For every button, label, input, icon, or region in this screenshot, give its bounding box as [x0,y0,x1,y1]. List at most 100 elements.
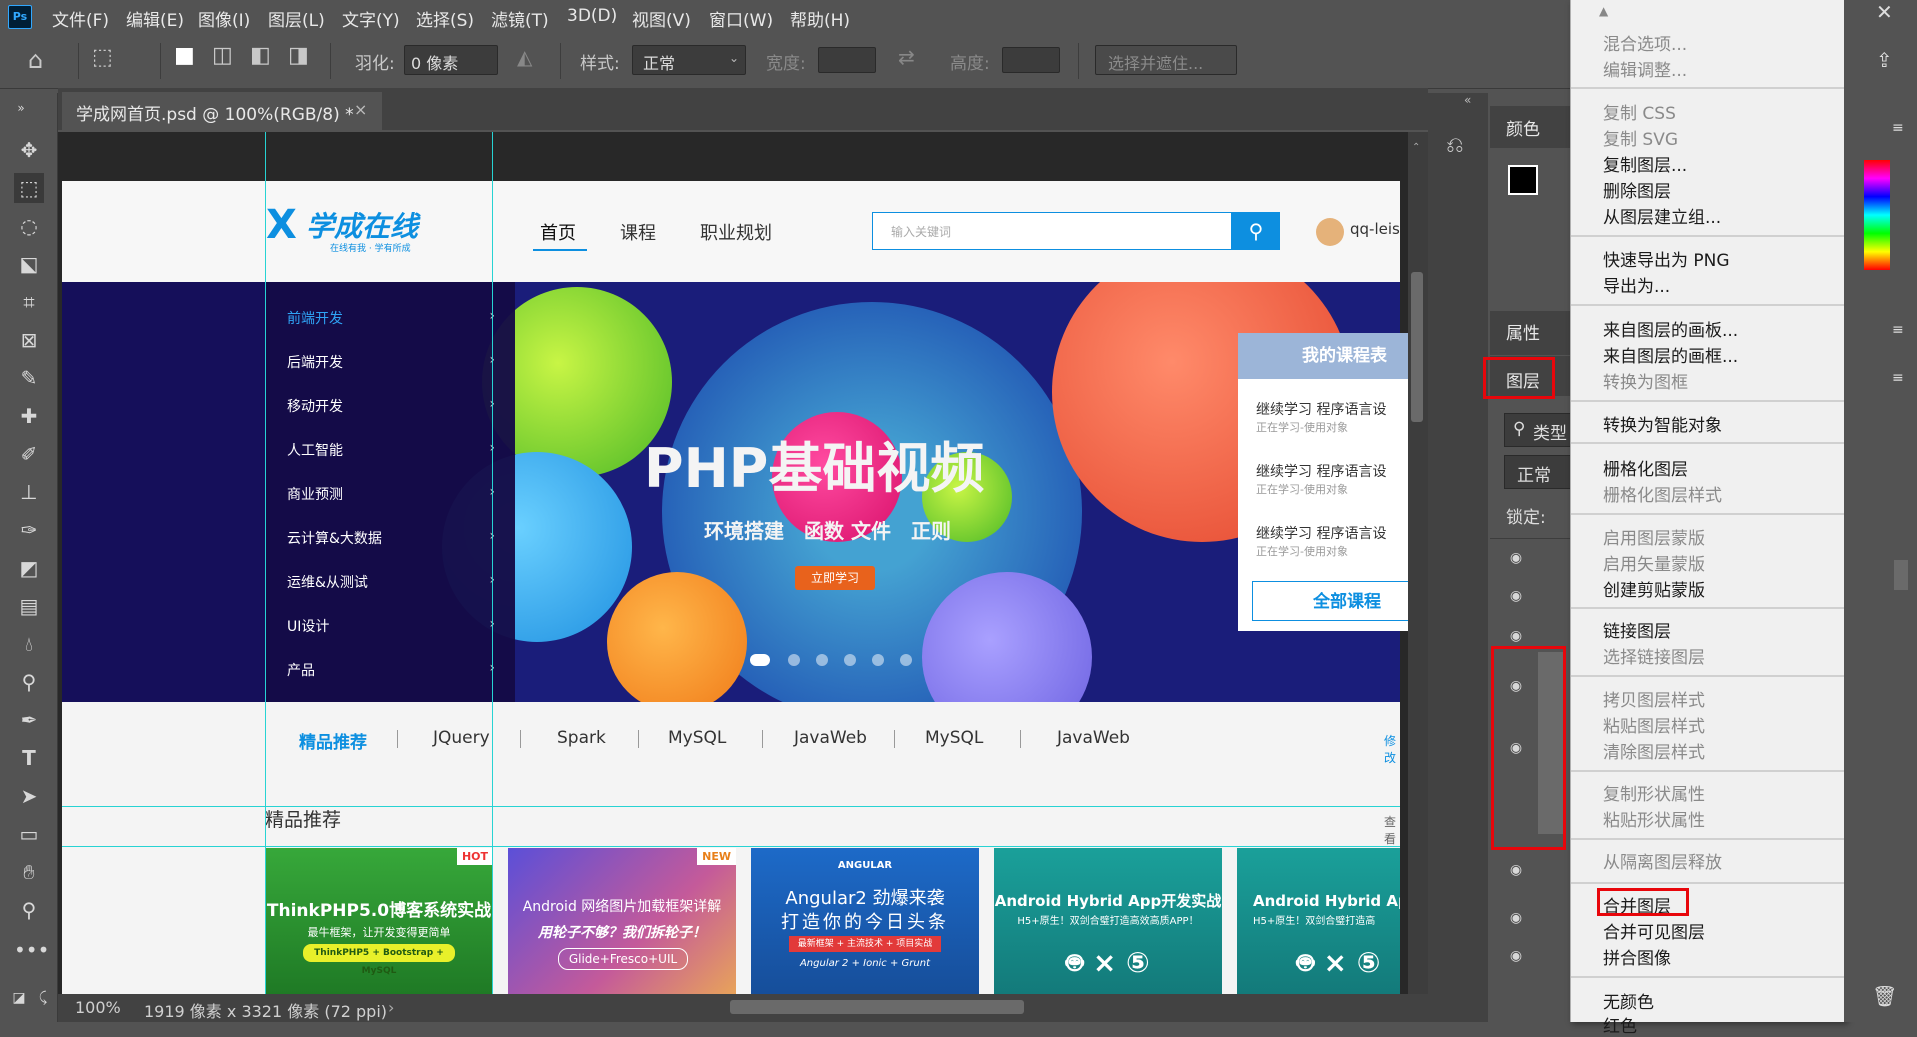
new-selection-icon[interactable]: ■ [174,43,195,68]
horizontal-scroll-thumb[interactable] [730,1000,1024,1014]
carousel-dot[interactable] [844,654,856,666]
eye-icon[interactable]: ◉ [1505,628,1527,644]
menu-item-release-from-isolation[interactable]: 从隔离图层释放 [1603,848,1722,873]
carousel-dot[interactable] [788,654,800,666]
type-tool-icon[interactable]: T [14,743,44,773]
panel-menu-icon[interactable]: ≡ [1892,370,1904,386]
menu-file[interactable]: 文件(F) [52,6,109,31]
height-input[interactable] [1002,47,1060,73]
frame-tool-icon[interactable]: ⊠ [14,325,44,355]
width-input[interactable] [818,47,876,73]
menu-item-copy-shape-attributes[interactable]: 复制形状属性 [1603,780,1705,805]
search-input[interactable]: 输入关键词 [872,212,1232,250]
carousel-dot[interactable] [816,654,828,666]
collapse-icon[interactable]: » [6,93,36,123]
course-card-5[interactable]: Android Hybrid App开 H5+原生！双剑合璧打造高 🤖︎ × ⑤ [1237,848,1400,994]
menu-item-paste-layer-style[interactable]: 粘贴图层样式 [1603,712,1705,737]
menu-item-create-clipping-mask[interactable]: 创建剪贴蒙版 [1603,576,1705,601]
swap-colors-icon[interactable]: ⤹ [28,983,58,1013]
canvas-vertical-scrollbar[interactable]: ⌃ [1408,132,1428,994]
all-courses-button[interactable]: 全部课程 [1252,581,1412,621]
menu-select[interactable]: 选择(S) [416,6,474,31]
subnav-more[interactable]: 修改 [1384,732,1400,766]
menu-item-quick-export-png[interactable]: 快速导出为 PNG [1603,246,1730,271]
carousel-dot-active[interactable] [750,654,770,666]
subnav-item[interactable]: MySQL [925,728,983,748]
menu-item-convert-smart-object[interactable]: 转换为智能对象 [1603,411,1722,436]
course-card-2[interactable]: NEW Android 网络图片加载框架详解 用轮子不够？我们拆轮子！ Glid… [508,848,736,994]
subnav-item[interactable]: JQuery [433,728,490,748]
carousel-dot[interactable] [900,654,912,666]
tab-properties[interactable]: 属性 [1506,319,1540,344]
menu-item-link-layers[interactable]: 链接图层 [1603,617,1671,642]
subtract-selection-icon[interactable]: ◧ [250,43,271,68]
eye-icon[interactable]: ◉ [1505,550,1527,566]
subnav-item[interactable]: JavaWeb [794,728,867,748]
subnav-item[interactable]: JavaWeb [1057,728,1130,748]
zoom-tool-icon[interactable]: ⚲ [14,895,44,925]
menu-item-rasterize-layer-style[interactable]: 栅格化图层样式 [1603,481,1722,506]
close-icon[interactable]: × [354,100,367,119]
menu-item-merge-visible[interactable]: 合并可见图层 [1603,918,1705,943]
category-item[interactable]: 前端开发 [287,308,343,328]
menu-edit[interactable]: 编辑(E) [126,6,184,31]
menu-item-convert-to-frame[interactable]: 转换为图框 [1603,368,1688,393]
blur-tool-icon[interactable]: 💧︎ [14,629,44,659]
pen-tool-icon[interactable]: ✒ [14,705,44,735]
menu-item-blending-options[interactable]: 混合选项... [1603,30,1687,55]
menu-item-enable-vector-mask[interactable]: 启用矢量蒙版 [1603,550,1705,575]
menu-item-no-color[interactable]: 无颜色 [1603,988,1654,1013]
history-panel-icon[interactable]: ⎌ [1446,133,1464,158]
course-card-3[interactable]: ANGULAR Angular2 劲爆来袭 打造你的今日头条 最新框架 + 主流… [751,848,979,994]
menu-view[interactable]: 视图(V) [632,6,691,31]
move-tool-icon[interactable]: ✥ [14,135,44,165]
menu-item-select-linked-layers[interactable]: 选择链接图层 [1603,643,1705,668]
category-item[interactable]: 产品 [287,660,315,680]
stamp-tool-icon[interactable]: ⊥ [14,477,44,507]
crop-tool-icon[interactable]: ⌗ [14,287,44,317]
banner-learn-button[interactable]: 立即学习 [795,566,875,590]
menu-item-edit-adjustment[interactable]: 编辑调整... [1603,56,1687,81]
menu-item-enable-layer-mask[interactable]: 启用图层蒙版 [1603,524,1705,549]
foreground-color-swatch[interactable] [1508,165,1538,195]
menu-3d[interactable]: 3D(D) [567,6,617,26]
course-item-title[interactable]: 继续学习 程序语言设 [1256,461,1386,481]
category-item[interactable]: 运维&从测试 [287,572,368,592]
menu-item-copy-svg[interactable]: 复制 SVG [1603,125,1678,150]
menu-window[interactable]: 窗口(W) [709,6,773,31]
hue-slider[interactable] [1864,160,1890,270]
dodge-tool-icon[interactable]: ⚲ [14,667,44,697]
carousel-dot[interactable] [872,654,884,666]
intersect-selection-icon[interactable]: ◨ [288,43,309,68]
nav-courses[interactable]: 课程 [620,219,656,245]
tab-color[interactable]: 颜色 [1506,115,1540,140]
menu-item-export-as[interactable]: 导出为... [1603,272,1670,297]
lasso-tool-icon[interactable]: ◌ [14,211,44,241]
course-item-title[interactable]: 继续学习 程序语言设 [1256,523,1386,543]
healing-brush-tool-icon[interactable]: ✚ [14,401,44,431]
antialias-icon[interactable]: ◭ [517,45,532,69]
scroll-up-icon[interactable]: ▲ [1599,4,1608,18]
eye-icon[interactable]: ◉ [1505,862,1527,878]
menu-item-red[interactable]: 红色 [1603,1012,1637,1037]
eyedropper-tool-icon[interactable]: ✎ [14,363,44,393]
category-item[interactable]: 云计算&大数据 [287,528,382,548]
subnav-item[interactable]: Spark [557,728,606,748]
username[interactable]: qq-leis [1350,220,1400,238]
menu-item-clear-layer-style[interactable]: 清除图层样式 [1603,738,1705,763]
category-item[interactable]: 商业预测 [287,484,343,504]
menu-item-flatten-image[interactable]: 拼合图像 [1603,944,1671,969]
nav-career[interactable]: 职业规划 [700,219,772,245]
category-item[interactable]: 移动开发 [287,396,343,416]
rectangle-marquee-tool-icon[interactable]: ⬚ [14,173,44,203]
menu-layer[interactable]: 图层(L) [268,6,325,31]
swap-icon[interactable]: ⇄ [898,45,915,69]
menu-item-rasterize-layer[interactable]: 栅格化图层 [1603,455,1688,480]
subnav-item[interactable]: 精品推荐 [299,728,367,753]
feather-input[interactable]: 0 像素 [404,45,498,75]
gradient-tool-icon[interactable]: ▤ [14,591,44,621]
history-brush-tool-icon[interactable]: ✑ [14,515,44,545]
eraser-tool-icon[interactable]: ◩ [14,553,44,583]
path-selection-tool-icon[interactable]: ➤ [14,781,44,811]
chevron-right-icon[interactable]: › [388,998,394,1017]
